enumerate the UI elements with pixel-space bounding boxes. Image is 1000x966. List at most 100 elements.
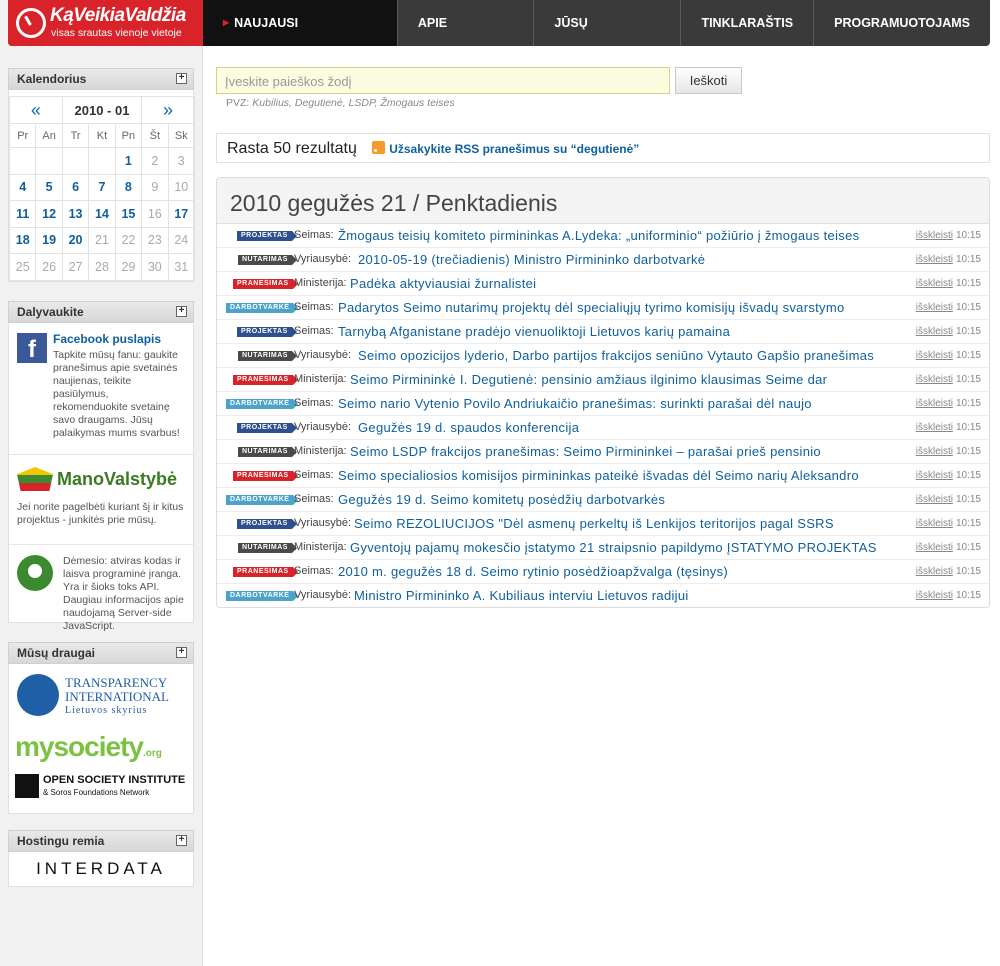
calendar-empty-cell (61, 147, 90, 175)
calendar-day[interactable]: 17 (167, 200, 196, 228)
document-title-link[interactable]: 2010-05-19 (trečiadienis) Ministro Pirmi… (358, 248, 705, 271)
calendar-day[interactable]: 20 (61, 226, 90, 254)
category-badge: DARBOTVARKĖ (226, 399, 299, 409)
expand-link[interactable]: išskleisti (916, 368, 953, 391)
nav-latest-documents[interactable]: NAUJAUSI DOKUMENTAI (203, 0, 397, 46)
calendar-day[interactable]: 1 (114, 147, 143, 175)
calendar-day[interactable]: 6 (61, 173, 90, 201)
calendar-next-button[interactable]: » (141, 96, 195, 124)
results-bar: Rasta 50 rezultatų Užsakykite RSS praneš… (216, 133, 990, 163)
calendar-day: 10 (167, 173, 196, 201)
expand-link[interactable]: išskleisti (916, 416, 953, 439)
document-title-link[interactable]: Seimo Pirmininkė I. Degutienė: pensinio … (350, 368, 827, 391)
osi-logo[interactable]: OPEN SOCIETY INSTITUTE & Soros Foundatio… (15, 770, 187, 806)
calendar-day[interactable]: 13 (61, 200, 90, 228)
osi-line2: & Soros Foundations Network (43, 788, 150, 797)
calendar-prev-button[interactable]: « (9, 96, 63, 124)
document-time: 10:15 (955, 230, 981, 241)
calendar-day[interactable]: 7 (88, 173, 116, 201)
nav-blog[interactable]: TINKLARAŠTIS (680, 0, 813, 46)
document-title-link[interactable]: 2010 m. gegužės 18 d. Seimo rytinio posė… (338, 560, 728, 583)
hosting-title: Hostingu remia (17, 834, 105, 848)
expand-link[interactable]: išskleisti (916, 464, 953, 487)
document-title-link[interactable]: Gegužės 19 d. spaudos konferencija (358, 416, 579, 439)
site-logo[interactable]: KąVeikiaValdžia visas srautas vienoje vi… (8, 0, 203, 46)
document-time: 10:15 (955, 446, 981, 457)
osi-line1: OPEN SOCIETY INSTITUTE (43, 774, 186, 786)
expand-link[interactable]: išskleisti (916, 560, 953, 583)
expand-link[interactable]: išskleisti (916, 488, 953, 511)
document-row: PRANEŠIMAS Seimas: 2010 m. gegužės 18 d. S… (217, 560, 989, 584)
facebook-icon[interactable]: f (17, 333, 47, 363)
calendar-day[interactable]: 5 (35, 173, 63, 201)
document-source: Seimas: (294, 565, 334, 577)
calendar-empty-cell (88, 147, 116, 175)
document-title-link[interactable]: Seimo nario Vytenio Povilo Andriukaičio … (338, 392, 812, 415)
calendar-day[interactable]: 8 (114, 173, 143, 201)
nav-your-suggestions[interactable]: JŪSŲ PASIŪLYMAI (533, 0, 680, 46)
interdata-logo[interactable]: INTERDATA (8, 852, 194, 887)
expand-icon[interactable]: + (176, 647, 187, 658)
calendar-day[interactable]: 14 (88, 200, 116, 228)
calendar-day[interactable]: 4 (8, 173, 37, 201)
document-row: DARBOTVARKĖ Seimas: Seimo nario Vytenio Po… (217, 392, 989, 416)
expand-icon[interactable]: + (176, 73, 187, 84)
expand-link[interactable]: išskleisti (916, 440, 953, 463)
day-heading: 2010 gegužės 21 / Penktadienis (217, 178, 989, 224)
weekday-label: Sk (167, 123, 196, 148)
nav-about-project[interactable]: APIE PROJEKTĄ (396, 0, 534, 46)
weekday-label: An (35, 123, 63, 148)
expand-link[interactable]: išskleisti (916, 392, 953, 415)
document-title-link[interactable]: Gyventojų pajamų mokesčio įstatymo 21 st… (350, 536, 877, 559)
document-row: NUTARIMAS Vyriausybė: 2010-05-19 (trečiadi… (217, 248, 989, 272)
document-title-link[interactable]: Ministro Pirmininko A. Kubiliaus intervi… (354, 584, 689, 607)
document-title-link[interactable]: Seimo opozicijos lyderio, Darbo partijos… (358, 344, 874, 367)
expand-link[interactable]: išskleisti (916, 584, 953, 607)
expand-link[interactable]: išskleisti (916, 344, 953, 367)
document-title-link[interactable]: Seimo specialiosios komisijos pirmininka… (338, 464, 859, 487)
document-time: 10:15 (955, 566, 981, 577)
document-row: DARBOTVARKĖ Seimas: Padarytos Seimo nutari… (217, 296, 989, 320)
document-source: Vyriausybė: (294, 349, 352, 361)
manovalstybe-logo[interactable]: ManoValstybė (17, 465, 185, 493)
nav-developers[interactable]: PROGRAMUOTOJAMS (813, 0, 990, 46)
expand-icon[interactable]: + (176, 306, 187, 317)
rss-subscribe-link[interactable]: Užsakykite RSS pranešimus su “degutienė” (389, 142, 639, 156)
category-badge: PROJEKTAS (237, 231, 297, 241)
calendar-day: 21 (88, 226, 116, 254)
expand-link[interactable]: išskleisti (916, 248, 953, 271)
document-time: 10:15 (955, 254, 981, 265)
search-button[interactable]: Ieškoti (675, 67, 742, 94)
document-source: Vyriausybė: (294, 421, 352, 433)
document-title-link[interactable]: Seimo LSDP frakcijos pranešimas: Seimo P… (350, 440, 821, 463)
document-title-link[interactable]: Tarnybą Afganistane pradėjo vienuoliktoj… (338, 320, 730, 343)
document-title-link[interactable]: Seimo REZOLIUCIJOS "Dėl asmenų perkeltų … (354, 512, 834, 535)
document-title-link[interactable]: Padėka aktyviausiai žurnalistei (350, 272, 536, 295)
facebook-link[interactable]: Facebook puslapis (53, 332, 161, 346)
logo-tagline: visas srautas vienoje vietoje (51, 27, 182, 39)
expand-link[interactable]: išskleisti (916, 272, 953, 295)
expand-link[interactable]: išskleisti (916, 224, 953, 247)
document-title-link[interactable]: Padarytos Seimo nutarimų projektų dėl sp… (338, 296, 845, 319)
calendar-day[interactable]: 18 (8, 226, 37, 254)
calendar-day[interactable]: 19 (35, 226, 63, 254)
document-title-link[interactable]: Gegužės 19 d. Seimo komitetų posėdžių da… (338, 488, 665, 511)
calendar-day[interactable]: 15 (114, 200, 143, 228)
document-title-link[interactable]: Žmogaus teisių komiteto pirmininkas A.Ly… (338, 224, 859, 247)
expand-link[interactable]: išskleisti (916, 320, 953, 343)
category-badge: PRANEŠIMAS (233, 279, 298, 289)
expand-link[interactable]: išskleisti (916, 536, 953, 559)
ti-line2: INTERNATIONAL (65, 689, 169, 704)
document-row: PROJEKTAS Vyriausybė: Gegužės 19 d. spaudo… (217, 416, 989, 440)
calendar-day[interactable]: 12 (35, 200, 63, 228)
expand-link[interactable]: išskleisti (916, 512, 953, 535)
document-row: PRANEŠIMAS Ministerija: Padėka aktyviausia… (217, 272, 989, 296)
transparency-international-logo[interactable]: TRANSPARENCY INTERNATIONAL Lietuvos skyr… (15, 670, 187, 728)
rss-icon[interactable] (372, 141, 386, 154)
expand-icon[interactable]: + (176, 835, 187, 846)
calendar-day[interactable]: 11 (8, 200, 37, 228)
expand-link[interactable]: išskleisti (916, 296, 953, 319)
search-input[interactable]: Įveskite paieškos žodį (216, 67, 670, 94)
mysociety-logo[interactable]: mysociety.org (15, 728, 187, 770)
document-row: NUTARIMAS Ministerija: Seimo LSDP frakcijo… (217, 440, 989, 464)
